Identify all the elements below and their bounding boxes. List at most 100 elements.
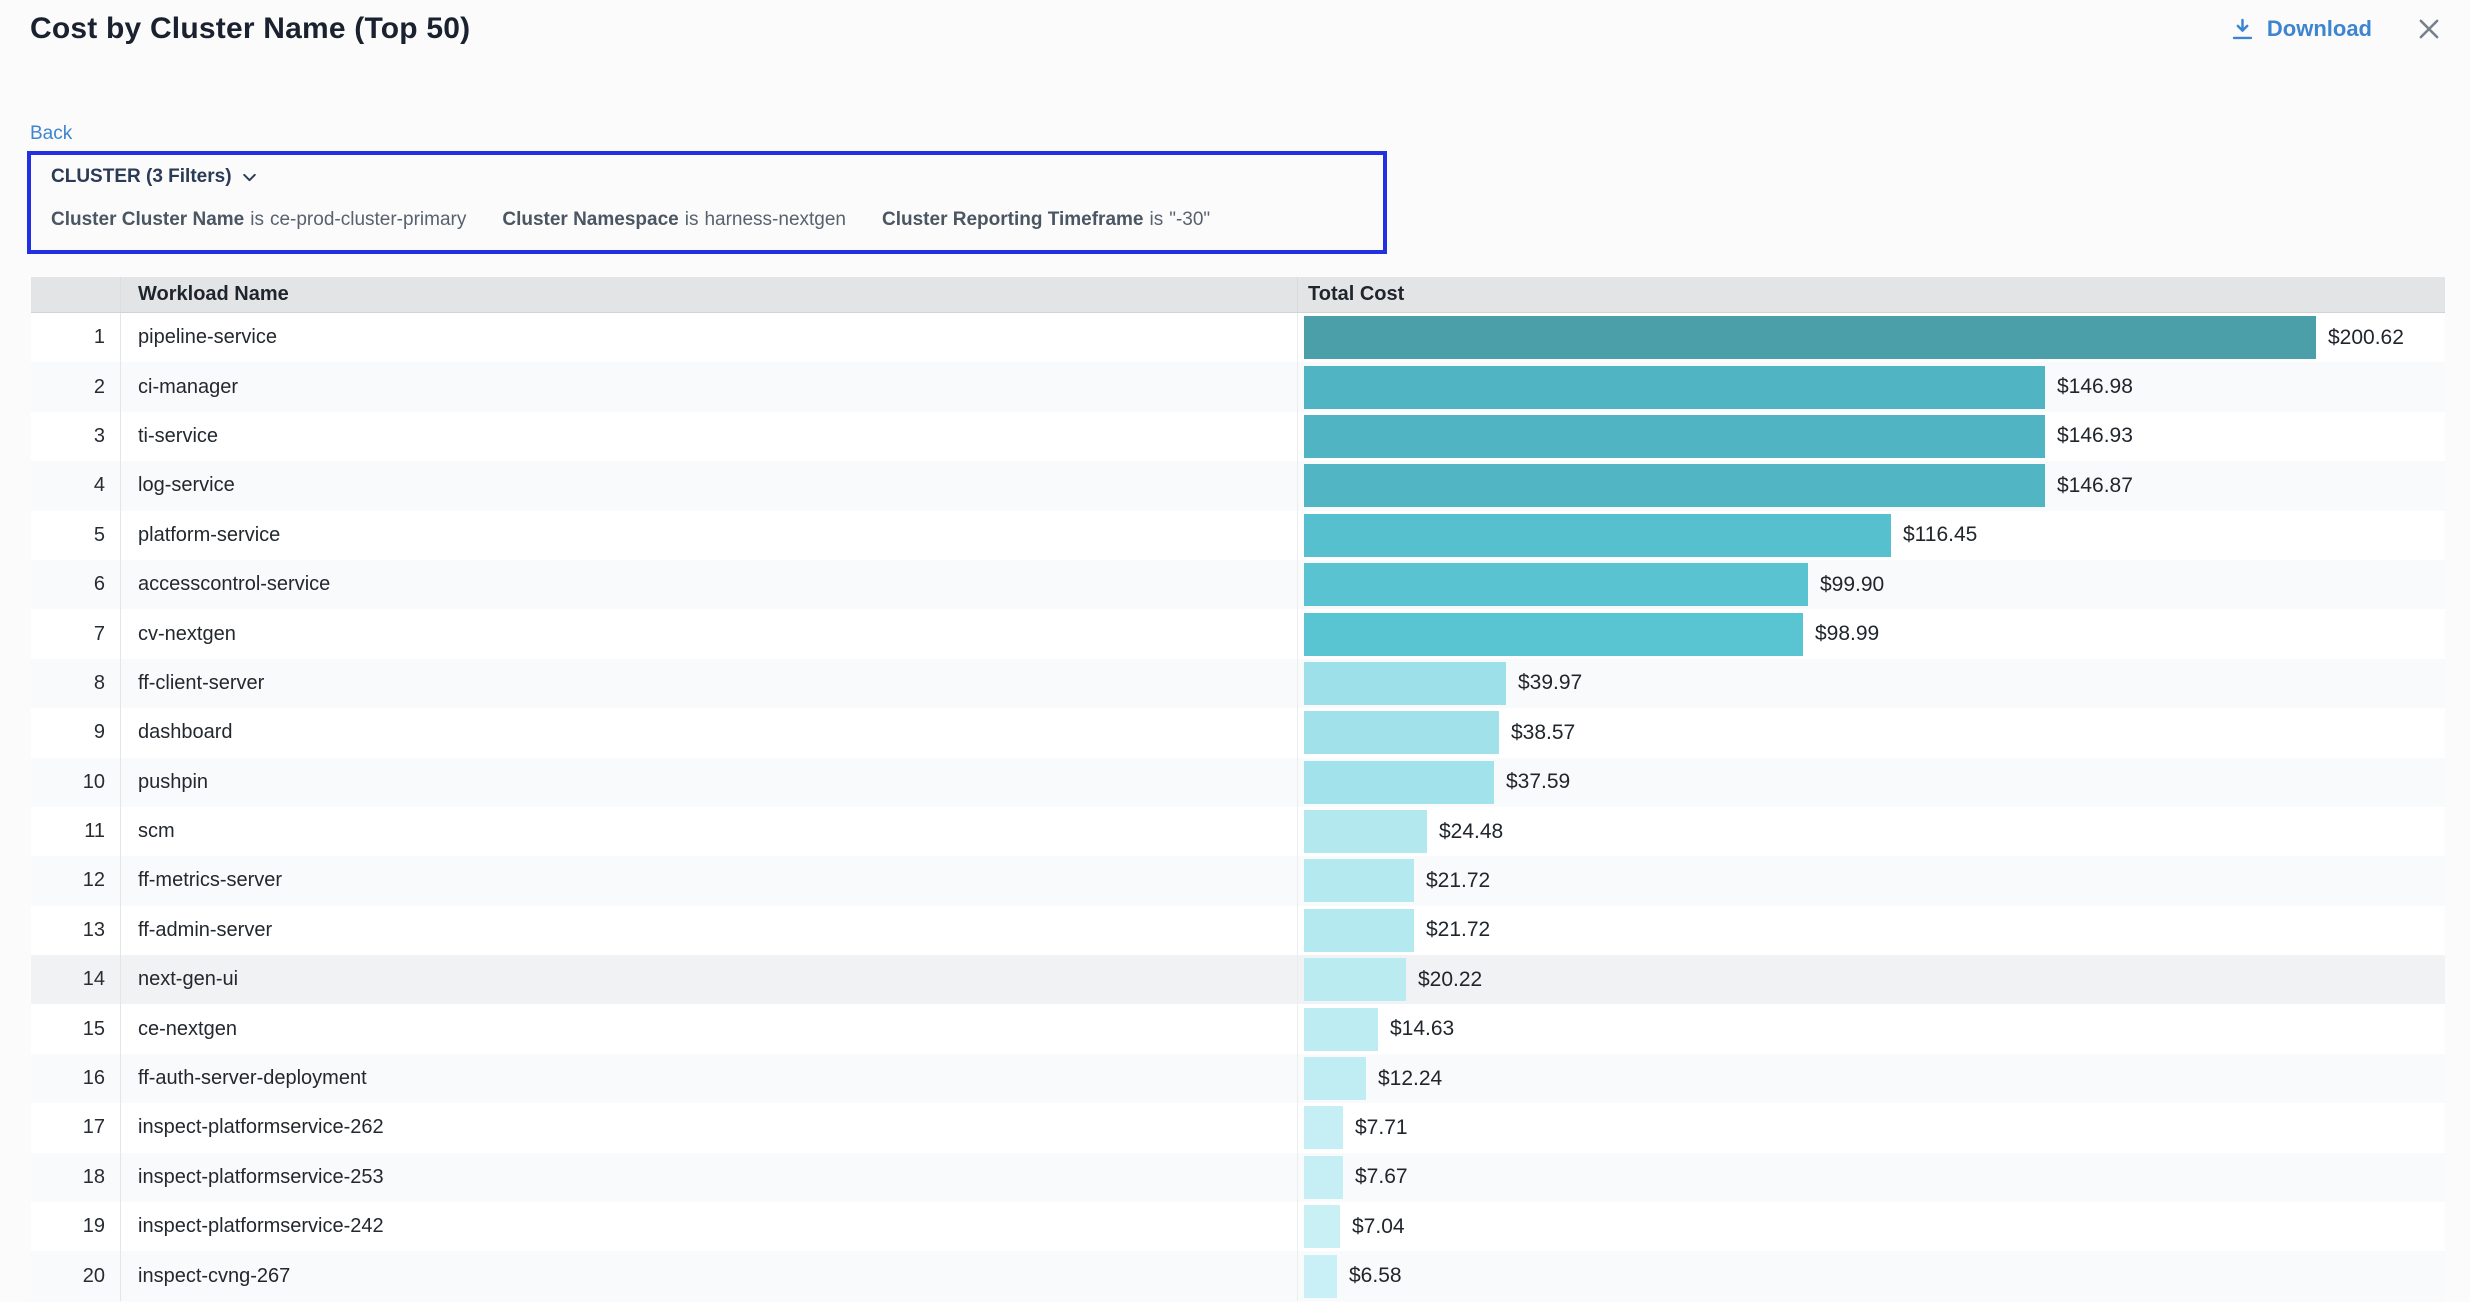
table-row[interactable]: 4 log-service $146.87 [31,461,2445,510]
table-row[interactable]: 9 dashboard $38.57 [31,708,2445,757]
row-workload-name: pushpin [120,758,1297,807]
table-row[interactable]: 15 ce-nextgen $14.63 [31,1004,2445,1053]
cost-bar [1304,662,1506,705]
row-rank: 15 [31,1004,120,1053]
table-row[interactable]: 18 inspect-platformservice-253 $7.67 [31,1153,2445,1202]
header-total-cost: Total Cost [1297,277,2445,312]
cost-bar-cell: $12.24 [1304,1054,2445,1103]
row-rank: 18 [31,1153,120,1202]
row-rank: 16 [31,1054,120,1103]
row-cost-label: $7.71 [1355,1116,1408,1140]
cost-bar [1304,1106,1343,1149]
cost-bar-cell: $21.72 [1304,856,2445,905]
filter-item-cluster-name: Cluster Cluster Name is ce-prod-cluster-… [51,209,466,231]
cost-bar-cell: $146.98 [1304,362,2445,411]
cost-bar [1304,859,1414,902]
cost-bar-cell: $99.90 [1304,560,2445,609]
cluster-filters-label: CLUSTER (3 Filters) [51,166,232,188]
table-row[interactable]: 3 ti-service $146.93 [31,412,2445,461]
download-icon [2229,16,2256,43]
applied-filters: Cluster Cluster Name is ce-prod-cluster-… [51,209,1363,231]
row-workload-name: cv-nextgen [120,609,1297,658]
cost-bar-cell: $37.59 [1304,758,2445,807]
cost-bar [1304,613,1803,656]
table-row[interactable]: 14 next-gen-ui $20.22 [31,955,2445,1004]
download-button[interactable]: Download [2229,16,2372,43]
table-body: 1 pipeline-service $200.62 2 ci-manager … [31,313,2445,1301]
row-workload-name: platform-service [120,511,1297,560]
cost-bar-cell: $20.22 [1304,955,2445,1004]
cost-bar-cell: $7.67 [1304,1153,2445,1202]
cost-bar-cell: $6.58 [1304,1251,2445,1300]
cost-bar-cell: $146.87 [1304,461,2445,510]
cost-bar [1304,810,1427,853]
row-cost-label: $99.90 [1820,573,1884,597]
table-row[interactable]: 5 platform-service $116.45 [31,511,2445,560]
row-cost-label: $7.04 [1352,1215,1405,1239]
cost-bar [1304,761,1494,804]
row-cost-label: $20.22 [1418,968,1482,992]
table-row[interactable]: 8 ff-client-server $39.97 [31,659,2445,708]
header-workload-name: Workload Name [120,277,1297,312]
cost-bar [1304,316,2316,359]
row-rank: 20 [31,1251,120,1300]
table-row[interactable]: 16 ff-auth-server-deployment $12.24 [31,1054,2445,1103]
chevron-down-icon [241,169,258,186]
row-rank: 9 [31,708,120,757]
cost-bar-cell: $146.93 [1304,412,2445,461]
row-workload-name: pipeline-service [120,313,1297,362]
filter-highlight-box: CLUSTER (3 Filters) Cluster Cluster Name… [27,151,1387,254]
table-row[interactable]: 20 inspect-cvng-267 $6.58 [31,1251,2445,1300]
row-cost-label: $98.99 [1815,622,1879,646]
row-rank: 19 [31,1202,120,1251]
table-header: Workload Name Total Cost [31,277,2445,313]
cost-bar [1304,464,2045,507]
cost-bar-cell: $7.71 [1304,1103,2445,1152]
back-link[interactable]: Back [30,123,72,145]
cost-bar [1304,1255,1337,1298]
row-cost-label: $146.98 [2057,375,2133,399]
row-cost-label: $21.72 [1426,918,1490,942]
cost-bar [1304,1008,1378,1051]
row-cost-label: $39.97 [1518,671,1582,695]
row-cost-label: $146.87 [2057,474,2133,498]
close-icon [2414,14,2444,44]
top-actions: Download [2229,14,2444,44]
table-row[interactable]: 10 pushpin $37.59 [31,758,2445,807]
cost-bar [1304,514,1891,557]
page-title: Cost by Cluster Name (Top 50) [30,12,470,46]
cost-bar-cell: $7.04 [1304,1202,2445,1251]
cost-bar-cell: $116.45 [1304,511,2445,560]
cluster-filters-toggle[interactable]: CLUSTER (3 Filters) [51,166,258,188]
row-workload-name: dashboard [120,708,1297,757]
table-row[interactable]: 19 inspect-platformservice-242 $7.04 [31,1202,2445,1251]
row-rank: 6 [31,560,120,609]
row-rank: 17 [31,1103,120,1152]
row-workload-name: inspect-platformservice-253 [120,1153,1297,1202]
table-row[interactable]: 13 ff-admin-server $21.72 [31,906,2445,955]
cost-bar-cell: $200.62 [1304,313,2445,362]
row-workload-name: scm [120,807,1297,856]
row-rank: 12 [31,856,120,905]
table-row[interactable]: 17 inspect-platformservice-262 $7.71 [31,1103,2445,1152]
row-cost-label: $38.57 [1511,721,1575,745]
table-row[interactable]: 1 pipeline-service $200.62 [31,313,2445,362]
row-rank: 11 [31,807,120,856]
row-workload-name: inspect-platformservice-242 [120,1202,1297,1251]
row-cost-label: $24.48 [1439,820,1503,844]
close-button[interactable] [2414,14,2444,44]
row-cost-label: $146.93 [2057,424,2133,448]
cost-bar [1304,415,2045,458]
table-row[interactable]: 12 ff-metrics-server $21.72 [31,856,2445,905]
table-row[interactable]: 6 accesscontrol-service $99.90 [31,560,2445,609]
row-rank: 14 [31,955,120,1004]
row-cost-label: $14.63 [1390,1017,1454,1041]
row-cost-label: $6.58 [1349,1264,1402,1288]
table-row[interactable]: 2 ci-manager $146.98 [31,362,2445,411]
row-rank: 13 [31,906,120,955]
cost-bar-cell: $39.97 [1304,659,2445,708]
table-row[interactable]: 7 cv-nextgen $98.99 [31,609,2445,658]
table-row[interactable]: 11 scm $24.48 [31,807,2445,856]
row-workload-name: ff-admin-server [120,906,1297,955]
cost-bar [1304,1205,1340,1248]
